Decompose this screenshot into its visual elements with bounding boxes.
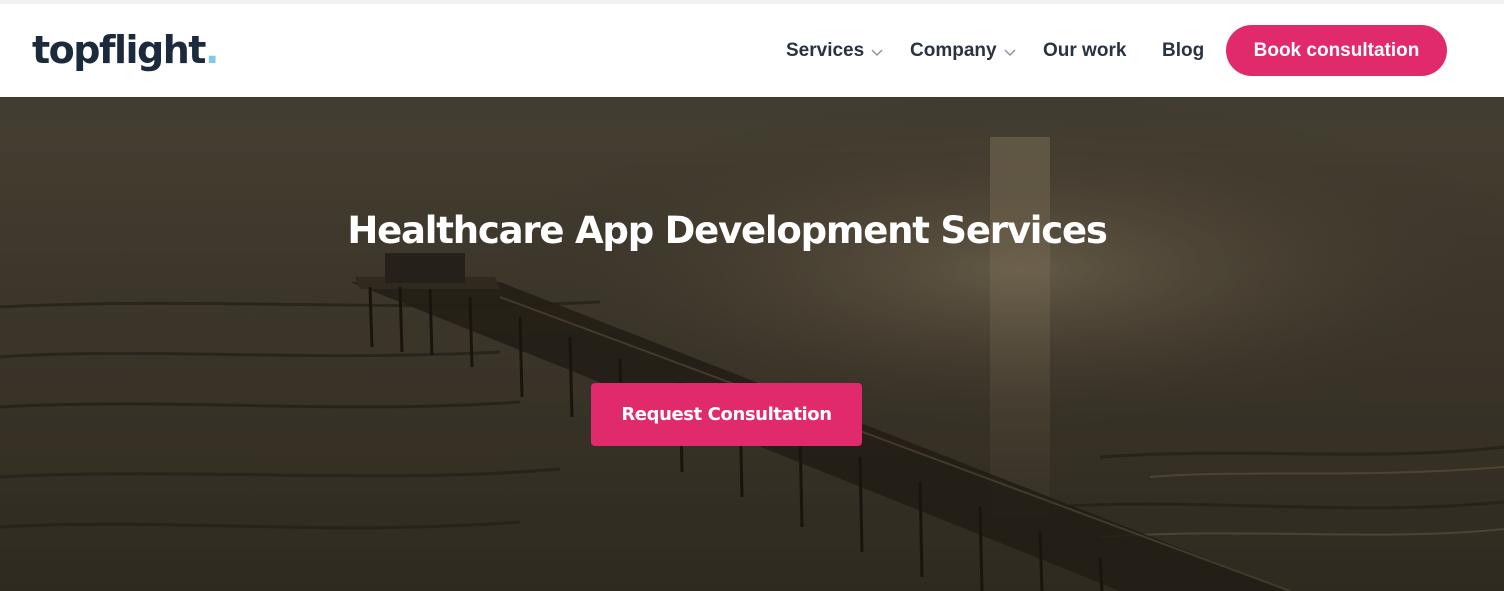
nav-blog[interactable]: Blog bbox=[1162, 40, 1204, 62]
chevron-down-icon bbox=[1004, 49, 1016, 56]
nav-company[interactable]: Company bbox=[910, 40, 1017, 62]
nav-services-label: Services bbox=[786, 40, 865, 61]
nav-our-work-label: Our work bbox=[1043, 40, 1127, 61]
topflight-logo[interactable]: topflight. bbox=[32, 28, 219, 72]
chevron-down-icon bbox=[871, 49, 883, 56]
request-consultation-button[interactable]: Request Consultation bbox=[591, 383, 862, 446]
nav-company-label: Company bbox=[910, 40, 997, 61]
nav-our-work[interactable]: Our work bbox=[1043, 40, 1126, 62]
hero-background-image bbox=[0, 97, 1504, 591]
nav-services[interactable]: Services bbox=[786, 40, 884, 62]
nav-blog-label: Blog bbox=[1162, 40, 1205, 61]
book-consultation-button[interactable]: Book consultation bbox=[1226, 25, 1447, 76]
hero-section: Healthcare App Development Services Requ… bbox=[0, 97, 1504, 591]
hero-title: Healthcare App Development Services bbox=[347, 209, 1108, 252]
site-header: topflight. Services Company Our work Blo… bbox=[0, 4, 1504, 97]
